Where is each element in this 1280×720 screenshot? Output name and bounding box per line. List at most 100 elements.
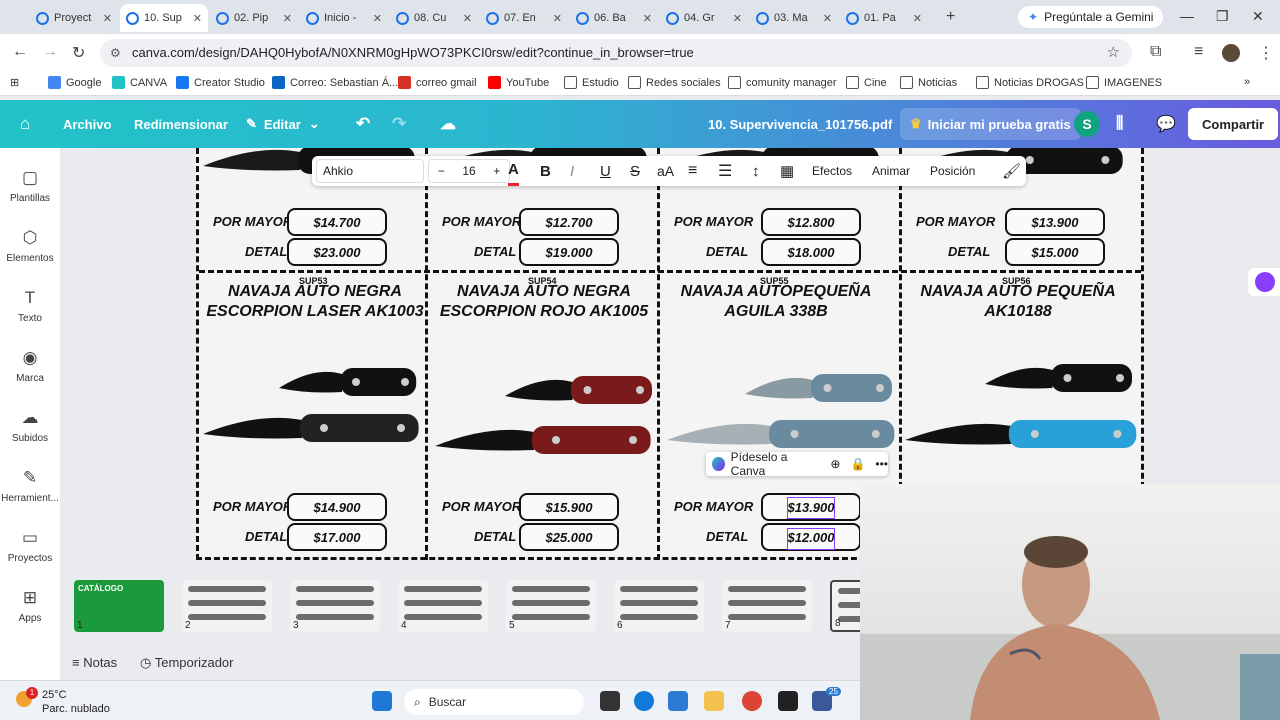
page-thumbnail[interactable]: 7 [722,580,812,632]
timer-button[interactable]: ◷ Temporizador [140,655,234,671]
knife-image[interactable] [279,358,419,404]
minimize-icon[interactable]: — [1180,8,1194,24]
sidebar-item[interactable]: ◉ Marca [0,348,60,384]
sidebar-item[interactable]: ⊞ Apps [0,588,60,624]
bookmark-item[interactable]: YouTube [488,76,549,89]
product-title[interactable]: NAVAJA AUTO NEGRA ESCORPION ROJO AK1005 [430,282,658,322]
browser-tab[interactable]: 01. Pa ✕ [840,4,928,32]
product-title[interactable]: NAVAJA AUTO NEGRA ESCORPION LASER AK1003 [201,282,429,322]
reload-icon[interactable]: ↻ [72,43,85,63]
user-avatar[interactable]: S [1074,111,1100,137]
tab-close-icon[interactable]: ✕ [283,12,292,25]
increase-size-icon[interactable]: + [493,164,500,178]
knife-image[interactable] [905,410,1141,456]
home-icon[interactable]: ⌂ [20,100,30,148]
price-detal[interactable]: $18.000 [761,238,861,266]
sidebar-item[interactable]: ☁ Subidos [0,408,60,444]
archivo-menu[interactable]: Archivo [63,100,111,148]
apps-grid-icon[interactable]: ⊞ [10,76,19,89]
price-mayor[interactable]: $13.900 [1005,208,1105,236]
file-explorer-icon[interactable] [704,691,724,711]
price-detal[interactable]: $25.000 [519,523,619,551]
transparency-icon[interactable]: ▦ [780,156,794,186]
sidebar-item[interactable]: T Texto [0,288,60,324]
text-color-icon[interactable]: A [508,156,519,186]
browser-tab[interactable]: 10. Sup ✕ [120,4,208,32]
align-icon[interactable]: ≡ [688,156,697,186]
bookmark-item[interactable]: Creator Studio [176,76,265,89]
document-title[interactable]: 10. Supervivencia_101756.pdf [708,100,892,148]
price-mayor[interactable]: $12.800 [761,208,861,236]
font-size-value[interactable]: 16 [462,164,475,178]
price-detal[interactable]: $17.000 [287,523,387,551]
list-icon[interactable]: ☰ [718,156,732,186]
paint-format-icon[interactable]: 🖌 [1002,156,1021,186]
bookmark-item[interactable]: CANVA [112,76,167,89]
selection-box-mayor[interactable] [787,497,835,519]
trial-button[interactable]: ♛ Iniciar mi prueba gratis [900,108,1081,140]
profile-avatar[interactable] [1222,44,1240,62]
page-thumbnail[interactable]: 6 [614,580,704,632]
selection-box-detal[interactable] [787,528,835,550]
browser-tab[interactable]: 02. Pip ✕ [210,4,298,32]
page-thumbnail[interactable]: CATÁLOGO 1 [74,580,164,632]
tab-close-icon[interactable]: ✕ [103,12,112,25]
sidebar-item[interactable]: ✎ Herramient... [0,468,60,504]
redo-icon[interactable]: ↷ [392,100,406,148]
italic-icon[interactable]: I [570,156,574,186]
site-info-icon[interactable]: ⚙ [110,39,121,67]
share-button[interactable]: Compartir [1188,108,1279,140]
price-mayor[interactable]: $12.700 [519,208,619,236]
taskbar-search[interactable]: ⌕ Buscar [404,689,584,715]
more-dots-icon[interactable]: ••• [875,457,888,471]
knife-image[interactable] [505,366,655,412]
browser-tab[interactable]: Proyect ✕ [30,4,118,32]
tab-close-icon[interactable]: ✕ [733,12,742,25]
knife-image[interactable] [203,404,423,450]
browser-tab[interactable]: 07. En ✕ [480,4,568,32]
gemini-button[interactable]: ✦ Pregúntale a Gemini [1018,6,1164,28]
font-size-control[interactable]: − 16 + [428,159,510,183]
cloud-saved-icon[interactable]: ☁ [440,100,456,148]
reading-list-icon[interactable]: ≡ [1194,43,1203,61]
browser-tab[interactable]: Inicio - ✕ [300,4,388,32]
lock-icon[interactable]: 🔒 [850,457,865,471]
analytics-icon[interactable]: ⫼ [1116,100,1123,148]
pideselo-button[interactable]: Pídeselo a Canva [731,450,817,478]
tab-close-icon[interactable]: ✕ [823,12,832,25]
sticky-app-icon[interactable] [778,691,798,711]
page-thumbnail[interactable]: 5 [506,580,596,632]
bookmark-item[interactable]: Redes sociales [628,76,721,89]
underline-icon[interactable]: U [600,156,611,186]
notes-button[interactable]: ≡ Notas [72,655,117,670]
toolbar-efectos-button[interactable]: Efectos [812,156,852,186]
price-detal[interactable]: $19.000 [519,238,619,266]
price-mayor[interactable]: $15.900 [519,493,619,521]
bookmark-star-icon[interactable]: ☆ [1107,39,1120,67]
tab-close-icon[interactable]: ✕ [373,12,382,25]
bookmark-item[interactable]: Estudio [564,76,619,89]
font-selector[interactable]: Ahkio [316,159,424,183]
windows-start-icon[interactable] [372,691,392,711]
url-input[interactable]: ⚙ canva.com/design/DAHQ0HybofA/N0XNRM0gH… [100,39,1132,67]
toolbar-posición-button[interactable]: Posición [930,156,975,186]
browser-tab[interactable]: 03. Ma ✕ [750,4,838,32]
bookmark-item[interactable]: Correo: Sebastian Á... [272,76,398,89]
chrome-icon[interactable] [742,691,762,711]
sidebar-item[interactable]: ▢ Plantillas [0,168,60,204]
tab-close-icon[interactable]: ✕ [193,12,202,25]
bookmark-item[interactable]: correo gmail [398,76,477,89]
product-title[interactable]: NAVAJA AUTO PEQUEÑA AK10188 [904,282,1132,322]
spacing-icon[interactable]: ↕ [752,156,760,186]
redimensionar-menu[interactable]: Redimensionar [134,100,228,148]
browser-tab[interactable]: 06. Ba ✕ [570,4,658,32]
tab-close-icon[interactable]: ✕ [643,12,652,25]
task-view-icon[interactable] [600,691,620,711]
edge-icon[interactable] [634,691,654,711]
sidebar-item[interactable]: ▭ Proyectos [0,528,60,564]
browser-tab[interactable]: 08. Cu ✕ [390,4,478,32]
bookmark-item[interactable]: IMAGENES [1086,76,1162,89]
page-thumbnail[interactable]: 3 [290,580,380,632]
menu-dots-icon[interactable]: ⋮ [1258,43,1274,63]
bookmark-item[interactable]: Google [48,76,101,89]
